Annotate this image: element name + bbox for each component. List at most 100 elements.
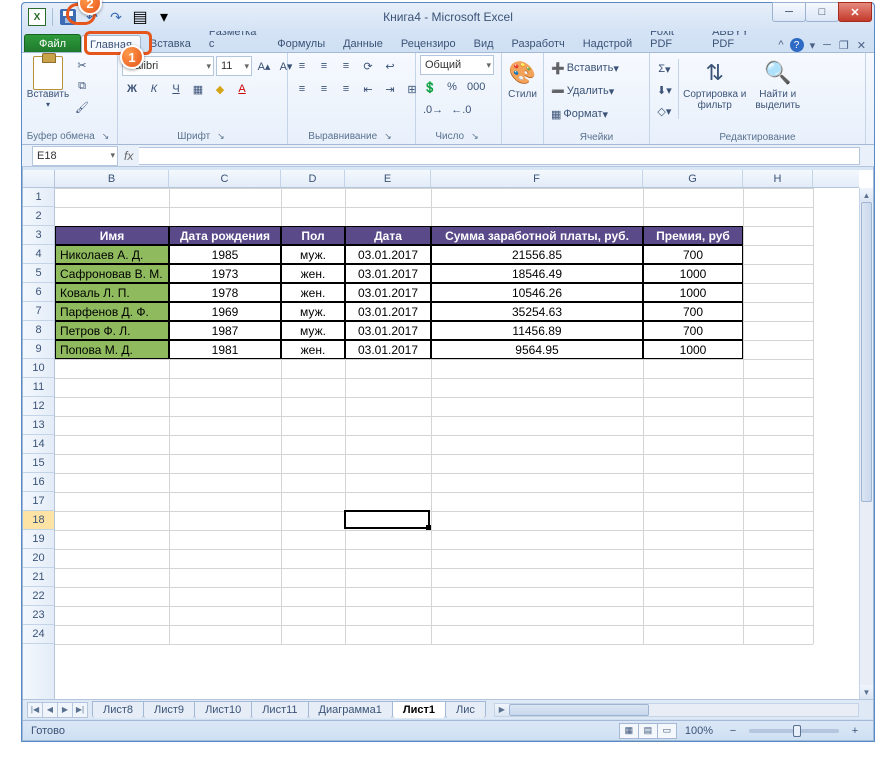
italic-button[interactable]: К [144,79,164,99]
col-header-H[interactable]: H [743,170,813,187]
clipboard-launcher[interactable]: ↘ [99,130,113,143]
table-data-cell[interactable]: муж. [281,302,345,321]
table-data-cell[interactable]: 9564.95 [431,340,643,359]
sheet-nav-last[interactable]: ▶| [72,702,88,718]
select-all-button[interactable] [23,170,55,188]
row-header-8[interactable]: 8 [23,321,54,340]
name-box[interactable]: E18 [32,146,118,166]
col-header-E[interactable]: E [345,170,431,187]
autosum-button[interactable]: Σ ▾ [654,59,675,79]
help-icon[interactable]: ? [790,38,804,52]
sheet-tab-Диаграмма1[interactable]: Диаграмма1 [308,701,393,718]
underline-button[interactable]: Ч [166,79,186,99]
view-layout-button[interactable]: ▤ [638,723,658,739]
table-data-cell[interactable]: жен. [281,264,345,283]
col-header-F[interactable]: F [431,170,643,187]
row-header-9[interactable]: 9 [23,340,54,359]
hscroll-thumb[interactable] [509,704,649,716]
font-launcher[interactable]: ↘ [214,130,228,143]
insert-cells-button[interactable]: ➕ Вставить ▾ [548,58,622,78]
clear-button[interactable]: ◇ ▾ [654,101,675,121]
sort-filter-button[interactable]: ⇅ Сортировка и фильтр [682,55,748,111]
row-header-11[interactable]: 11 [23,378,54,397]
save-button[interactable] [59,8,77,26]
font-color-button[interactable]: A [232,79,252,99]
table-data-cell[interactable]: 1981 [169,340,281,359]
sheet-nav-next[interactable]: ▶ [57,702,73,718]
orientation-button[interactable]: ⟳ [358,56,378,76]
align-center-button[interactable]: ≡ [314,79,334,99]
decrease-decimal-button[interactable]: ←.0 [448,100,474,120]
align-top-button[interactable]: ≡ [292,56,312,76]
row-header-14[interactable]: 14 [23,435,54,454]
row-header-3[interactable]: 3 [23,226,54,245]
table-data-cell[interactable]: 700 [643,302,743,321]
decrease-indent-button[interactable]: ⇤ [358,79,378,99]
fx-icon[interactable]: fx [118,149,139,163]
align-middle-button[interactable]: ≡ [314,56,334,76]
row-header-5[interactable]: 5 [23,264,54,283]
qat-extra-button[interactable]: ▤ [131,8,149,26]
zoom-in-button[interactable]: + [845,721,865,741]
format-painter-button[interactable]: 🖌 [72,97,92,117]
row-header-20[interactable]: 20 [23,549,54,568]
format-cells-button[interactable]: ▦ Формат ▾ [548,104,611,124]
grid[interactable]: ИмяДата рожденияПолДатаСумма заработной … [55,188,859,699]
sheet-tab-Лис[interactable]: Лис [445,701,486,718]
scroll-up-button[interactable]: ▲ [860,188,873,202]
table-data-cell[interactable]: жен. [281,340,345,359]
tab-вид[interactable]: Вид [465,34,503,52]
row-header-4[interactable]: 4 [23,245,54,264]
styles-button[interactable]: 🎨 Стили [506,55,539,100]
table-data-cell[interactable]: 03.01.2017 [345,264,431,283]
paste-button[interactable]: Вставить ▾ [26,55,70,109]
table-data-cell[interactable]: 700 [643,321,743,340]
tab-надстрой[interactable]: Надстрой [574,34,641,52]
table-data-cell[interactable]: 03.01.2017 [345,283,431,302]
col-header-C[interactable]: C [169,170,281,187]
row-header-6[interactable]: 6 [23,283,54,302]
sheet-tab-Лист11[interactable]: Лист11 [251,701,308,718]
hscroll-right-button[interactable]: ▶ [495,704,509,716]
mdi-restore-button[interactable]: ❐ [837,39,851,52]
copy-button[interactable]: ⧉ [72,76,92,96]
row-header-1[interactable]: 1 [23,188,54,207]
row-header-21[interactable]: 21 [23,568,54,587]
row-header-18[interactable]: 18 [23,511,54,530]
tab-рецензиро[interactable]: Рецензиро [392,34,465,52]
number-launcher[interactable]: ↘ [468,130,482,143]
table-header-cell[interactable]: Дата рождения [169,226,281,245]
row-header-24[interactable]: 24 [23,625,54,644]
increase-font-button[interactable]: A▴ [254,56,274,76]
alignment-launcher[interactable]: ↘ [381,130,395,143]
row-header-19[interactable]: 19 [23,530,54,549]
cut-button[interactable]: ✂ [72,55,92,75]
table-name-cell[interactable]: Петров Ф. Л. [55,321,169,340]
row-header-16[interactable]: 16 [23,473,54,492]
bold-button[interactable]: Ж [122,79,142,99]
tab-разработч[interactable]: Разработч [503,34,574,52]
horizontal-scrollbar[interactable]: ◀ ▶ [494,703,859,717]
row-header-17[interactable]: 17 [23,492,54,511]
scroll-thumb[interactable] [861,202,872,502]
tab-вставка[interactable]: Вставка [141,34,200,52]
table-data-cell[interactable]: муж. [281,245,345,264]
table-data-cell[interactable]: 21556.85 [431,245,643,264]
number-format-combo[interactable]: Общий [420,55,494,75]
table-data-cell[interactable]: 700 [643,245,743,264]
table-data-cell[interactable]: 1987 [169,321,281,340]
font-size-combo[interactable]: 11 [216,56,252,76]
qat-customize-button[interactable]: ▾ [155,8,173,26]
row-header-10[interactable]: 10 [23,359,54,378]
zoom-out-button[interactable]: − [723,721,743,741]
view-normal-button[interactable]: ▦ [619,723,639,739]
row-header-7[interactable]: 7 [23,302,54,321]
row-header-23[interactable]: 23 [23,606,54,625]
table-name-cell[interactable]: Попова М. Д. [55,340,169,359]
table-data-cell[interactable]: 1969 [169,302,281,321]
align-bottom-button[interactable]: ≡ [336,56,356,76]
view-break-button[interactable]: ▭ [657,723,677,739]
row-header-13[interactable]: 13 [23,416,54,435]
increase-indent-button[interactable]: ⇥ [380,79,400,99]
table-data-cell[interactable]: 03.01.2017 [345,321,431,340]
